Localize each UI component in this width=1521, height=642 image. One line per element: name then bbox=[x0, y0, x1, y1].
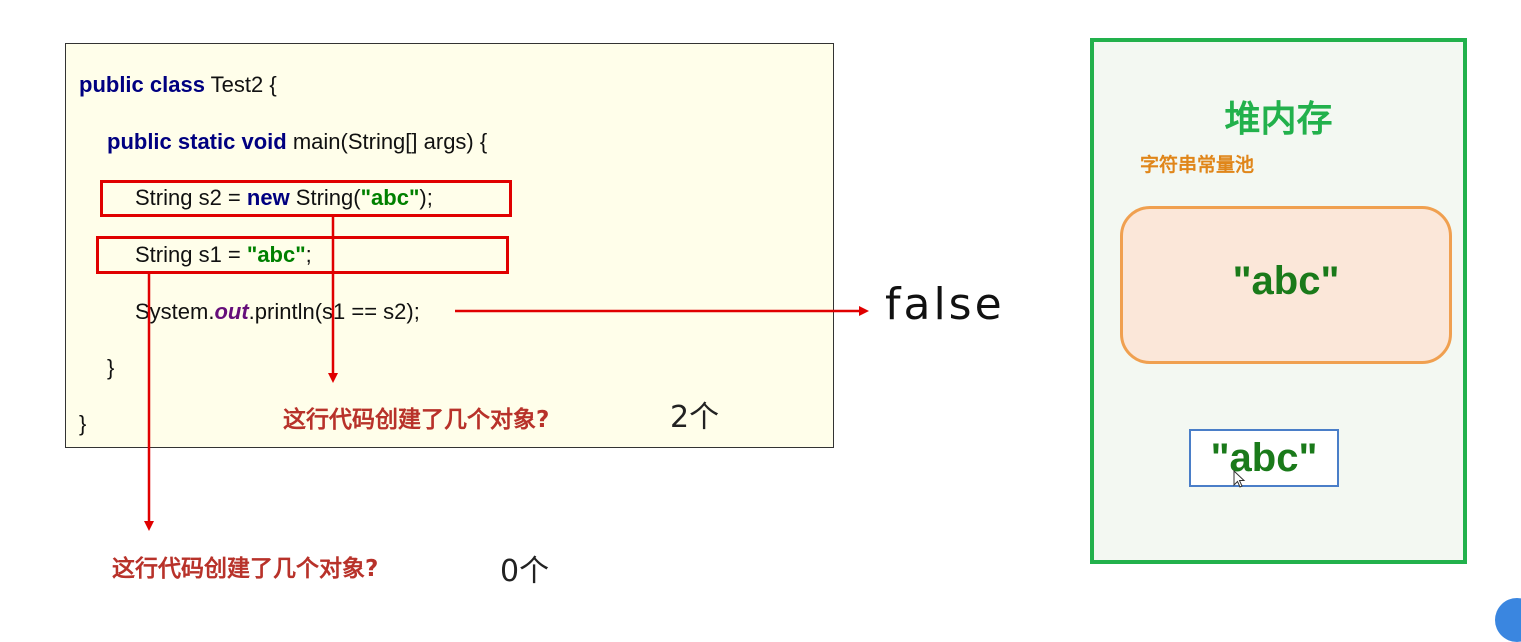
answer-new-string: 2个 bbox=[670, 400, 720, 435]
string-constant-pool: "abc" bbox=[1120, 206, 1452, 364]
pool-string-object: "abc" bbox=[1232, 259, 1340, 303]
answer-literal-string: 0个 bbox=[500, 554, 550, 589]
heap-string-object: "abc" bbox=[1189, 429, 1339, 487]
comparison-result: false bbox=[885, 279, 1005, 330]
heap-object-string: "abc" bbox=[1210, 436, 1318, 480]
question-literal-string: 这行代码创建了几个对象? bbox=[112, 556, 379, 582]
mouse-cursor-icon bbox=[1233, 470, 1246, 488]
heap-title: 堆内存 bbox=[1224, 99, 1333, 140]
question-new-string: 这行代码创建了几个对象? bbox=[283, 407, 550, 433]
string-pool-label: 字符串常量池 bbox=[1140, 154, 1255, 176]
